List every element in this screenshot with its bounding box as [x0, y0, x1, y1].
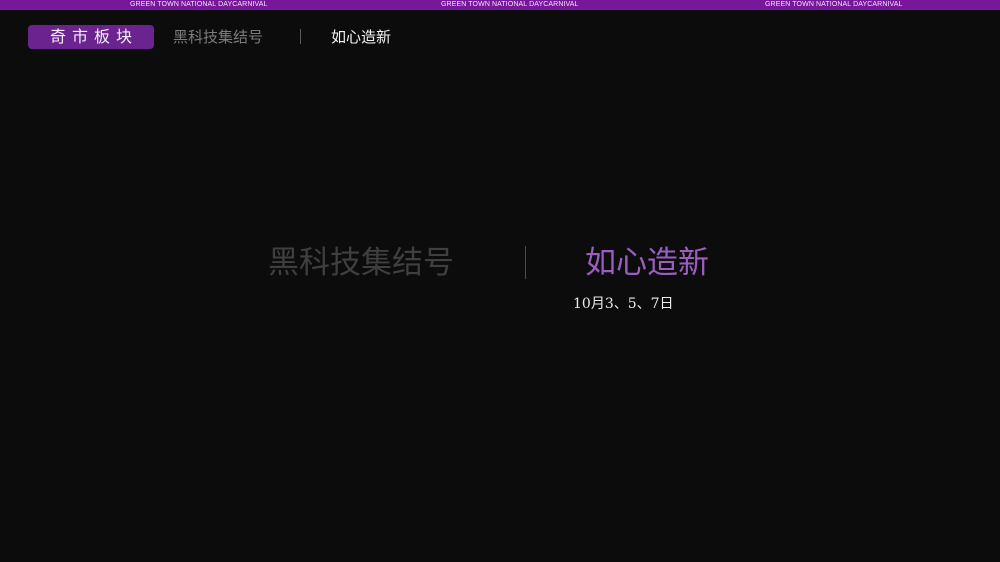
hero-title-black-tech: 黑科技集结号: [268, 245, 454, 281]
nav-divider: [300, 29, 301, 44]
nav-tab-black-tech[interactable]: 黑科技集结号: [173, 26, 263, 48]
hero-title-ruxin-zaoxin: 如心造新: [585, 245, 709, 281]
top-banner-strip: GREEN TOWN NATIONAL DAYCARNIVAL GREEN TO…: [0, 0, 1000, 10]
banner-tagline: GREEN TOWN NATIONAL DAYCARNIVAL: [441, 1, 579, 8]
banner-tagline: GREEN TOWN NATIONAL DAYCARNIVAL: [130, 1, 268, 8]
event-dates: 10月3、5、7日: [573, 296, 674, 312]
nav-tab-ruxin-zaoxin[interactable]: 如心造新: [331, 26, 391, 48]
banner-tagline: GREEN TOWN NATIONAL DAYCARNIVAL: [765, 1, 903, 8]
hero-divider: [525, 246, 526, 279]
section-badge[interactable]: 奇市板块: [28, 25, 154, 49]
